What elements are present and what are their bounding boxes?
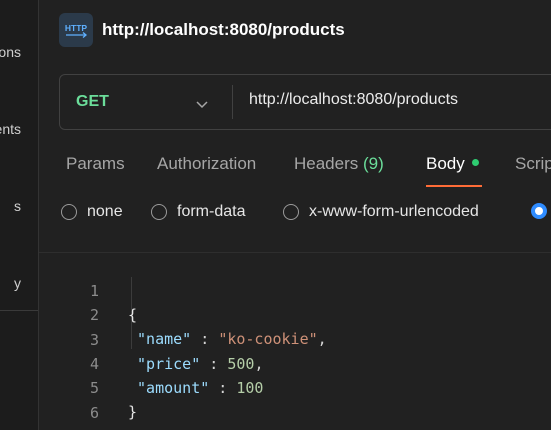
body-type-options: none form-data x-www-form-urlencoded	[39, 203, 551, 227]
json-value: 500	[227, 355, 255, 373]
sidebar-item-environments[interactable]: ents	[0, 121, 21, 137]
body-editor[interactable]: 1 { 2 "name" : "ko-cookie", 3 "price" : …	[39, 252, 551, 430]
tab-params[interactable]: Params	[66, 154, 125, 174]
request-panel: HTTP http://localhost:8080/products GET …	[39, 0, 551, 430]
sidebar-item-collections[interactable]: ons	[0, 44, 21, 60]
tab-label: Scrip	[515, 154, 551, 173]
json-value: 100	[236, 379, 264, 397]
sidebar-item-history[interactable]: y	[14, 275, 21, 291]
chevron-down-icon[interactable]	[196, 96, 208, 114]
radio-circle-selected[interactable]	[531, 203, 547, 219]
code-line: 7	[39, 402, 99, 430]
code-line: 6	[39, 377, 99, 422]
code-line: 4 "amount" : 100	[39, 328, 264, 397]
radio-raw[interactable]	[531, 203, 547, 219]
open-brace: {	[128, 306, 138, 324]
body-modified-dot	[471, 159, 479, 167]
request-title-row: HTTP http://localhost:8080/products	[59, 13, 345, 47]
code-line: 3 "price" : 500,	[39, 304, 264, 373]
tab-label: Authorization	[157, 154, 257, 173]
json-key: "name"	[137, 330, 192, 348]
method-select[interactable]: GET	[76, 93, 109, 111]
radio-label: form-data	[177, 203, 246, 220]
headers-count-badge: (9)	[363, 154, 384, 173]
line-number-current: 7	[59, 426, 99, 430]
request-title[interactable]: http://localhost:8080/products	[102, 20, 345, 40]
json-comma: ,	[254, 355, 264, 373]
tab-label: Body	[426, 154, 465, 173]
tab-label: Headers	[294, 154, 359, 173]
tab-body[interactable]: Body	[426, 154, 479, 174]
tab-headers[interactable]: Headers (9)	[294, 154, 384, 174]
json-key: "amount"	[137, 379, 210, 397]
url-bar: GET	[59, 74, 551, 130]
tab-scripts[interactable]: Scrip	[515, 154, 551, 174]
svg-text:HTTP: HTTP	[65, 23, 88, 33]
code-line: 2 "name" : "ko-cookie",	[39, 279, 327, 348]
request-tabs: Params Authorization Headers (9) Body Sc…	[39, 154, 551, 190]
radio-form-data[interactable]: form-data	[151, 203, 245, 221]
radio-none[interactable]: none	[61, 203, 123, 221]
code-line: 5 }	[39, 352, 137, 421]
tab-label: Params	[66, 154, 125, 173]
left-sidebar: ons ents s y	[0, 0, 39, 430]
sidebar-item-apis[interactable]: s	[14, 198, 21, 214]
radio-circle[interactable]	[151, 204, 167, 220]
json-key: "price"	[137, 355, 201, 373]
url-input[interactable]	[249, 91, 551, 109]
code-line: 1 {	[39, 255, 137, 324]
http-icon: HTTP	[59, 13, 93, 47]
json-comma: ,	[317, 330, 327, 348]
active-tab-underline	[426, 185, 482, 187]
json-value: "ko-cookie"	[218, 330, 318, 348]
radio-label: x-www-form-urlencoded	[309, 203, 479, 220]
radio-circle[interactable]	[283, 204, 299, 220]
sidebar-divider	[0, 310, 38, 311]
radio-label: none	[87, 203, 123, 220]
close-brace: }	[128, 403, 138, 421]
radio-x-www-form-urlencoded[interactable]: x-www-form-urlencoded	[283, 203, 479, 221]
radio-circle[interactable]	[61, 204, 77, 220]
tab-authorization[interactable]: Authorization	[157, 154, 256, 174]
url-divider	[232, 85, 233, 119]
